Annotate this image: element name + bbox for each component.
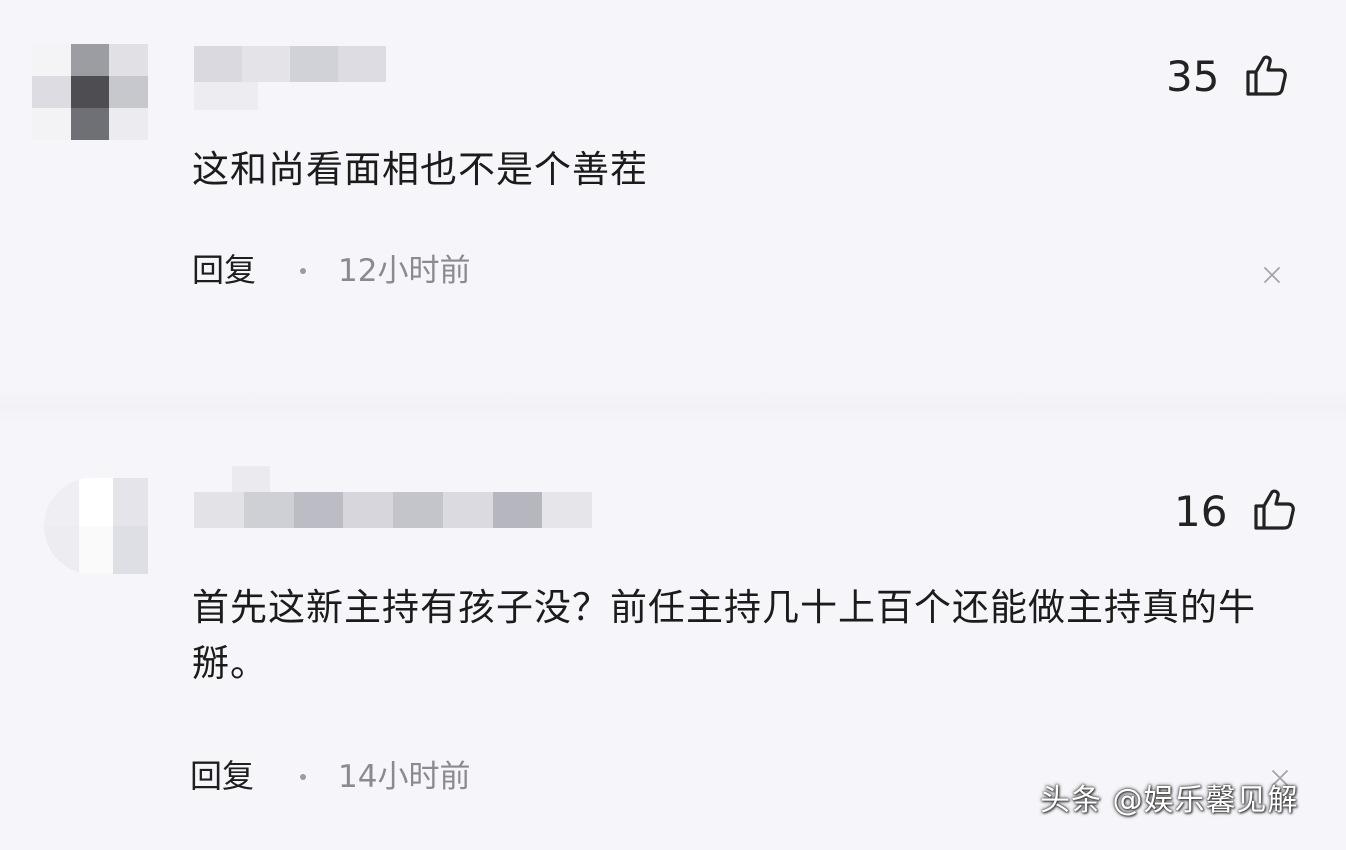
avatar[interactable]: [44, 478, 148, 574]
username-blur-fragment: [232, 466, 270, 492]
username-blurred[interactable]: [194, 492, 592, 528]
avatar[interactable]: [32, 44, 148, 140]
watermark: 头条 @娱乐馨见解: [1040, 783, 1299, 818]
comment-feed: 35 这和尚看面相也不是个善茬 回复 12小时前 16 首先这新主持有孩子没？前…: [0, 0, 1346, 850]
timestamp: 12小时前: [338, 253, 471, 289]
close-icon[interactable]: [1262, 265, 1282, 285]
thumbs-up-icon[interactable]: [1242, 52, 1290, 100]
username-blur-fragment: [194, 82, 258, 110]
like-count: 16: [1174, 487, 1228, 536]
reply-button[interactable]: 回复: [192, 254, 256, 286]
thumbs-up-icon[interactable]: [1250, 486, 1298, 534]
meta-separator: [300, 774, 306, 780]
username-blurred[interactable]: [194, 46, 386, 82]
comment-text: 首先这新主持有孩子没？前任主持几十上百个还能做主持真的牛掰。: [192, 586, 1256, 685]
comment-text: 这和尚看面相也不是个善茬: [192, 148, 648, 191]
like-count: 35: [1166, 52, 1220, 101]
reply-button[interactable]: 回复: [190, 760, 254, 792]
timestamp: 14小时前: [338, 759, 471, 795]
meta-separator: [300, 268, 306, 274]
